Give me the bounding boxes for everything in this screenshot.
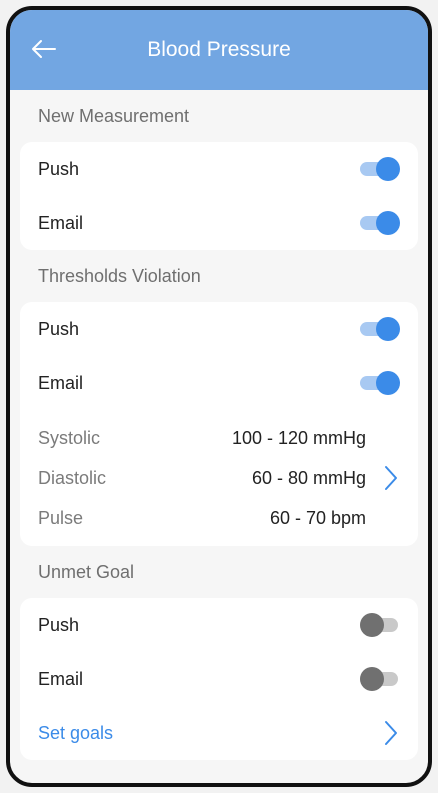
- threshold-row-pulse: Pulse 60 - 70 bpm: [38, 498, 382, 538]
- app-header: Blood Pressure: [10, 10, 428, 90]
- card-new-measurement: Push Email: [20, 142, 418, 250]
- section-title-unmet-goal: Unmet Goal: [38, 561, 135, 582]
- email-label: Email: [38, 372, 84, 393]
- page-title: Blood Pressure: [147, 38, 291, 61]
- section-title-thresholds: Thresholds Violation: [38, 265, 201, 286]
- push-label: Push: [38, 158, 80, 179]
- row-email: Email: [38, 196, 400, 250]
- arrow-left-icon: [32, 40, 56, 58]
- email-toggle[interactable]: [360, 667, 400, 691]
- threshold-label: Pulse: [38, 507, 84, 528]
- threshold-value: 100 - 120 mmHg: [231, 427, 366, 448]
- row-email: Email: [38, 356, 400, 410]
- threshold-label: Diastolic: [38, 467, 107, 488]
- threshold-row-systolic: Systolic 100 - 120 mmHg: [38, 418, 382, 458]
- set-goals-label: Set goals: [38, 722, 114, 743]
- chevron-right-icon: [382, 719, 400, 747]
- card-unmet-goal: Push Email Set goals: [20, 598, 418, 760]
- thresholds-grid: Systolic 100 - 120 mmHg Diastolic 60 - 8…: [38, 418, 382, 538]
- threshold-value: 60 - 80 mmHg: [251, 467, 366, 488]
- row-push: Push: [38, 598, 400, 652]
- back-button[interactable]: [28, 34, 58, 64]
- push-toggle[interactable]: [360, 317, 400, 341]
- section-title-new-measurement: New Measurement: [38, 105, 190, 126]
- set-goals-link[interactable]: Set goals: [38, 706, 400, 760]
- push-label: Push: [38, 614, 80, 635]
- push-toggle[interactable]: [360, 613, 400, 637]
- email-toggle[interactable]: [360, 211, 400, 235]
- card-thresholds: Push Email Systolic 100 - 120 mmHg Diast…: [20, 302, 418, 546]
- chevron-right-icon: [382, 464, 400, 492]
- push-label: Push: [38, 318, 80, 339]
- email-toggle[interactable]: [360, 371, 400, 395]
- threshold-value: 60 - 70 bpm: [269, 507, 366, 528]
- email-label: Email: [38, 212, 84, 233]
- row-push: Push: [38, 302, 400, 356]
- phone-frame: Blood Pressure New Measurement Push Emai…: [6, 6, 432, 787]
- threshold-row-diastolic: Diastolic 60 - 80 mmHg: [38, 458, 382, 498]
- thresholds-values[interactable]: Systolic 100 - 120 mmHg Diastolic 60 - 8…: [38, 410, 400, 546]
- row-push: Push: [38, 142, 400, 196]
- threshold-label: Systolic: [38, 427, 101, 448]
- push-toggle[interactable]: [360, 157, 400, 181]
- email-label: Email: [38, 668, 84, 689]
- row-email: Email: [38, 652, 400, 706]
